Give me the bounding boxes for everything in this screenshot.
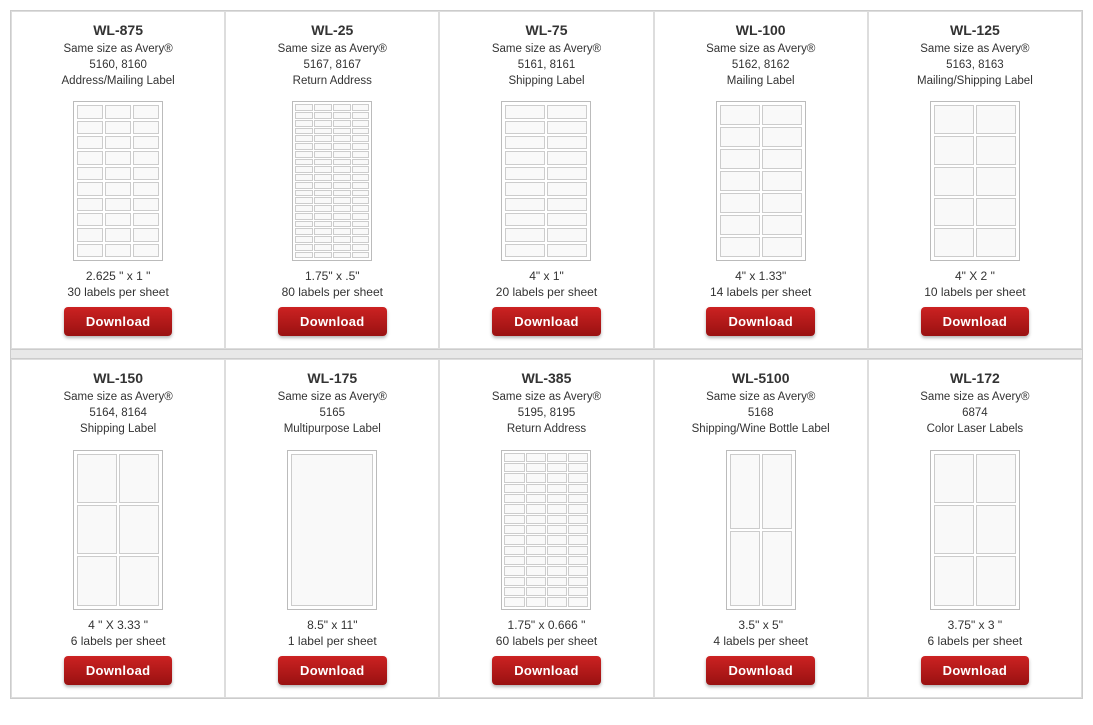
product-title: WL-25: [311, 22, 353, 38]
product-dimensions: 1.75" x 0.666 ": [508, 618, 586, 632]
product-dimensions: 2.625 " x 1 ": [86, 269, 151, 283]
product-subtitle: Same size as Avery®5167, 8167Return Addr…: [278, 41, 387, 89]
product-dimensions: 1.75" x .5": [305, 269, 360, 283]
label-sheet-preview: [930, 101, 1020, 261]
download-button[interactable]: Download: [921, 307, 1030, 336]
product-title: WL-5100: [732, 370, 790, 386]
product-subtitle: Same size as Avery®5162, 8162Mailing Lab…: [706, 41, 815, 89]
label-sheet-preview: [73, 101, 163, 261]
product-title: WL-172: [950, 370, 1000, 386]
product-label-count: 10 labels per sheet: [924, 285, 1025, 299]
label-sheet-preview: [501, 101, 591, 261]
product-cell: WL-175 Same size as Avery®5165Multipurpos…: [225, 359, 439, 697]
label-sheet-preview: [287, 450, 377, 610]
product-subtitle: Same size as Avery®6874Color Laser Label…: [920, 389, 1029, 437]
row-separator: [11, 349, 1082, 359]
download-button[interactable]: Download: [492, 656, 601, 685]
product-dimensions: 8.5" x 11": [307, 618, 357, 632]
label-sheet-preview: [930, 450, 1020, 610]
product-label-count: 4 labels per sheet: [713, 634, 808, 648]
product-title: WL-385: [522, 370, 572, 386]
download-button[interactable]: Download: [706, 656, 815, 685]
product-dimensions: 4" X 2 ": [955, 269, 995, 283]
product-dimensions: 4" x 1": [529, 269, 564, 283]
product-label-count: 6 labels per sheet: [928, 634, 1023, 648]
product-subtitle: Same size as Avery®5160, 8160Address/Mai…: [62, 41, 175, 89]
product-title: WL-100: [736, 22, 786, 38]
product-cell: WL-125 Same size as Avery®5163, 8163Maili…: [868, 11, 1082, 349]
product-title: WL-150: [93, 370, 143, 386]
product-label-count: 14 labels per sheet: [710, 285, 811, 299]
label-sheet-preview: [501, 450, 591, 610]
download-button[interactable]: Download: [64, 307, 173, 336]
download-button[interactable]: Download: [921, 656, 1030, 685]
product-grid: WL-875 Same size as Avery®5160, 8160Addre…: [10, 10, 1083, 699]
product-label-count: 20 labels per sheet: [496, 285, 597, 299]
download-button[interactable]: Download: [64, 656, 173, 685]
product-cell: WL-5100 Same size as Avery®5168Shipping/W…: [654, 359, 868, 697]
product-cell: WL-150 Same size as Avery®5164, 8164Shipp…: [11, 359, 225, 697]
label-sheet-preview: [73, 450, 163, 610]
product-subtitle: Same size as Avery®5168Shipping/Wine Bot…: [692, 389, 830, 437]
product-title: WL-75: [525, 22, 567, 38]
label-sheet-preview: [292, 101, 372, 261]
product-title: WL-175: [307, 370, 357, 386]
product-title: WL-125: [950, 22, 1000, 38]
product-dimensions: 4 " X 3.33 ": [88, 618, 148, 632]
product-subtitle: Same size as Avery®5195, 8195Return Addr…: [492, 389, 601, 437]
product-cell: WL-172 Same size as Avery®6874Color Laser…: [868, 359, 1082, 697]
product-label-count: 1 label per sheet: [288, 634, 377, 648]
product-dimensions: 4" x 1.33": [735, 269, 786, 283]
product-title: WL-875: [93, 22, 143, 38]
product-subtitle: Same size as Avery®5163, 8163Mailing/Shi…: [917, 41, 1033, 89]
product-label-count: 30 labels per sheet: [67, 285, 168, 299]
download-button[interactable]: Download: [278, 656, 387, 685]
product-cell: WL-25 Same size as Avery®5167, 8167Return…: [225, 11, 439, 349]
product-dimensions: 3.75" x 3 ": [948, 618, 1003, 632]
product-label-count: 80 labels per sheet: [282, 285, 383, 299]
product-cell: WL-100 Same size as Avery®5162, 8162Maili…: [654, 11, 868, 349]
download-button[interactable]: Download: [492, 307, 601, 336]
product-subtitle: Same size as Avery®5164, 8164Shipping La…: [63, 389, 172, 437]
product-subtitle: Same size as Avery®5161, 8161Shipping La…: [492, 41, 601, 89]
download-button[interactable]: Download: [706, 307, 815, 336]
label-sheet-preview: [716, 101, 806, 261]
product-cell: WL-875 Same size as Avery®5160, 8160Addre…: [11, 11, 225, 349]
label-sheet-preview: [726, 450, 796, 610]
product-subtitle: Same size as Avery®5165Multipurpose Labe…: [278, 389, 387, 437]
product-dimensions: 3.5" x 5": [738, 618, 783, 632]
product-cell: WL-75 Same size as Avery®5161, 8161Shippi…: [439, 11, 653, 349]
product-label-count: 60 labels per sheet: [496, 634, 597, 648]
product-cell: WL-385 Same size as Avery®5195, 8195Retur…: [439, 359, 653, 697]
product-label-count: 6 labels per sheet: [71, 634, 166, 648]
download-button[interactable]: Download: [278, 307, 387, 336]
